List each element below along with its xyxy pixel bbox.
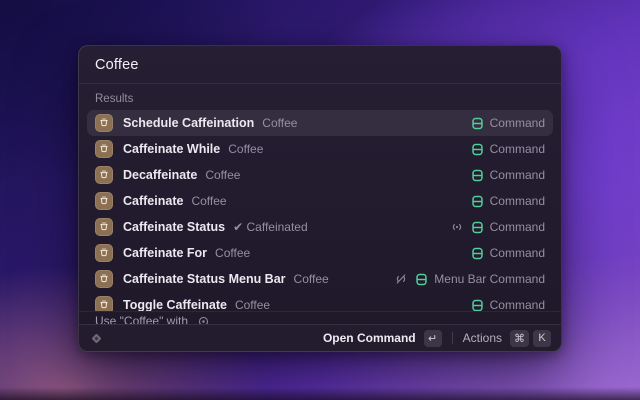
search-bar (79, 46, 561, 84)
list-item[interactable]: Caffeinate While Coffee Command (87, 136, 553, 162)
actions-button[interactable]: Actions (463, 331, 502, 345)
list-item[interactable]: Toggle Caffeinate Coffee Command (87, 292, 553, 311)
command-type-icon (471, 117, 484, 130)
command-type-label: Menu Bar Command (434, 272, 545, 286)
command-subtitle: Coffee (234, 298, 271, 311)
command-title: Toggle Caffeinate (123, 298, 227, 311)
command-type-label: Command (489, 298, 545, 311)
command-type-icon (471, 169, 484, 182)
command-title: Decaffeinate (123, 168, 198, 182)
command-title: Schedule Caffeination (123, 116, 255, 130)
command-type-label: Command (489, 168, 545, 182)
command-title: Caffeinate Status (123, 220, 226, 234)
command-type-label: Command (489, 220, 545, 234)
command-title: Caffeinate For (123, 246, 208, 260)
results-section-label: Results (95, 93, 134, 105)
command-type-label: Command (489, 194, 545, 208)
coffee-extension-icon (95, 270, 113, 288)
list-item[interactable]: Caffeinate Status ✔ Caffeinated Command (87, 214, 553, 240)
command-subtitle: Coffee (205, 168, 241, 182)
use-with-label: Use "Coffee" with (95, 314, 189, 324)
coffee-extension-icon (95, 114, 113, 132)
command-type-icon (471, 299, 484, 312)
coffee-extension-icon (95, 218, 113, 236)
command-subtitle: Coffee (228, 142, 264, 156)
results-list: Schedule Caffeination Coffee Command Caf… (79, 110, 561, 311)
footer: Open Command ↵ Actions ⌘ K (79, 324, 561, 351)
command-title: Caffeinate (123, 194, 184, 208)
list-item[interactable]: Caffeinate Coffee Command (87, 188, 553, 214)
coffee-extension-icon (95, 166, 113, 184)
command-subtitle: ✔ Caffeinated (233, 220, 308, 234)
command-type-icon (471, 143, 484, 156)
command-subtitle: Coffee (293, 272, 329, 286)
list-item[interactable]: Decaffeinate Coffee Command (87, 162, 553, 188)
command-type-label: Command (489, 142, 545, 156)
use-with-section[interactable]: Use "Coffee" with (79, 311, 561, 324)
list-item[interactable]: Schedule Caffeination Coffee Command (87, 110, 553, 136)
search-input[interactable] (95, 56, 545, 73)
command-title: Caffeinate Status Menu Bar (123, 272, 286, 286)
command-type-label: Command (489, 246, 545, 260)
command-subtitle: Coffee (215, 246, 251, 260)
signal-icon (450, 220, 464, 234)
app-icon (198, 316, 209, 324)
command-subtitle: Coffee (262, 116, 298, 130)
primary-action-label[interactable]: Open Command (323, 331, 416, 345)
command-title: Caffeinate While (123, 142, 221, 156)
list-item[interactable]: Caffeinate Status Menu Bar Coffee Menu B… (87, 266, 553, 292)
list-item[interactable]: Caffeinate For Coffee Command (87, 240, 553, 266)
raycast-logo-icon (89, 331, 104, 346)
command-type-label: Command (489, 116, 545, 130)
cmd-key-badge: ⌘ (510, 329, 529, 347)
enter-key-badge: ↵ (423, 329, 442, 347)
command-type-icon (471, 247, 484, 260)
k-key-badge: K (533, 329, 551, 347)
coffee-extension-icon (95, 244, 113, 262)
coffee-extension-icon (95, 296, 113, 311)
signal-slash-icon (394, 272, 408, 286)
command-type-icon (471, 195, 484, 208)
command-subtitle: Coffee (191, 194, 227, 208)
raycast-command-palette: Results Schedule Caffeination Coffee Com… (78, 45, 562, 352)
command-type-icon (415, 273, 428, 286)
coffee-extension-icon (95, 192, 113, 210)
footer-divider (451, 332, 453, 344)
coffee-extension-icon (95, 140, 113, 158)
command-type-icon (471, 221, 484, 234)
